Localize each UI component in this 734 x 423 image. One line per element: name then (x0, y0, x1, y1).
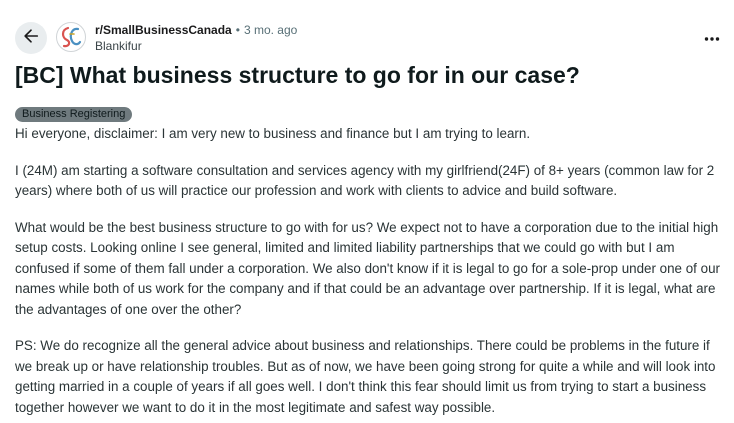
post-time: 3 mo. ago (243, 23, 298, 37)
ellipsis-icon (704, 29, 720, 47)
back-button[interactable] (15, 22, 47, 54)
post-body: Hi everyone, disclaimer: I am very new t… (15, 124, 720, 423)
post-meta: r/SmallBusinessCanada • 3 mo. ago Blanki… (95, 22, 297, 54)
post-paragraph: PS: We do recognize all the general advi… (15, 338, 716, 415)
subreddit-avatar[interactable] (56, 22, 86, 52)
post-title: [BC] What business structure to go for i… (15, 62, 580, 88)
arrow-left-icon (22, 27, 40, 50)
post-paragraph: Hi everyone, disclaimer: I am very new t… (15, 126, 531, 141)
subreddit-name[interactable]: r/SmallBusinessCanada (95, 22, 232, 38)
post-paragraph: What would be the best business structur… (15, 219, 720, 317)
meta-separator: • (235, 23, 240, 37)
post-author[interactable]: Blankifur (95, 38, 297, 54)
post-flair[interactable]: Business Registering (15, 107, 133, 122)
post-paragraph: I (24M) am starting a software consultat… (15, 162, 715, 199)
more-options-button[interactable] (702, 28, 722, 48)
